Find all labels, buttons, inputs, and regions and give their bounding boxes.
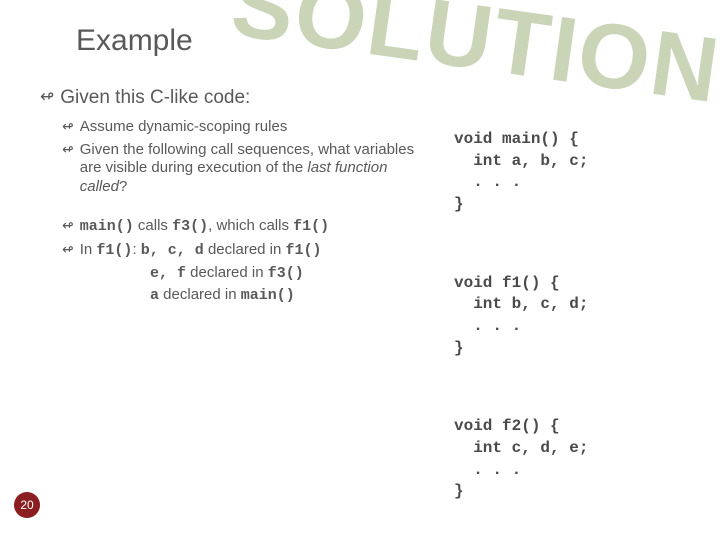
left-column: ↫ Given this C-like code: ↫ Assume dynam… bbox=[40, 86, 430, 540]
page-number-badge: 20 bbox=[14, 492, 40, 518]
code-f1: f1() bbox=[293, 218, 329, 235]
bullet-icon: ↫ bbox=[62, 241, 74, 261]
right-column-code: void main() { int a, b, c; . . . } void … bbox=[454, 86, 692, 540]
t: declared in bbox=[159, 286, 241, 303]
t: calls bbox=[134, 217, 172, 234]
answer-line3: a declared in main() bbox=[150, 286, 430, 306]
bullet-lvl2-call: ↫ main() calls f3(), which calls f1() bbox=[62, 217, 430, 237]
code-f2-block: void f2() { int c, d, e; . . . } bbox=[454, 416, 692, 502]
sub2-text: Given the following call sequences, what… bbox=[80, 141, 430, 197]
t: : bbox=[132, 241, 140, 258]
bullet-icon: ↫ bbox=[62, 141, 74, 197]
sub2-c: ? bbox=[119, 178, 127, 195]
code-f1-block: void f1() { int b, c, d; . . . } bbox=[454, 273, 692, 359]
heading-text: Given this C-like code: bbox=[60, 86, 250, 110]
t: declared in bbox=[186, 264, 268, 281]
code-main: main() bbox=[241, 287, 295, 304]
answer-line2: e, f declared in f3() bbox=[150, 264, 430, 284]
code-vars: a bbox=[150, 287, 159, 304]
t: declared in bbox=[204, 241, 286, 258]
slide: SOLUTIONS Example ↫ Given this C-like co… bbox=[0, 0, 720, 540]
bullet-lvl2: ↫ Assume dynamic-scoping rules bbox=[62, 118, 430, 137]
bullet-icon: ↫ bbox=[62, 217, 74, 237]
bullet-lvl2: ↫ Given the following call sequences, wh… bbox=[62, 141, 430, 197]
code-f3: f3() bbox=[268, 265, 304, 282]
answer-line1: In f1(): b, c, d declared in f1() bbox=[80, 241, 322, 261]
content-columns: ↫ Given this C-like code: ↫ Assume dynam… bbox=[40, 86, 692, 540]
code-main: main() bbox=[80, 218, 134, 235]
page-title: Example bbox=[76, 24, 692, 58]
code-vars: e, f bbox=[150, 265, 186, 282]
code-f3: f3() bbox=[172, 218, 208, 235]
sub1-text: Assume dynamic-scoping rules bbox=[80, 118, 288, 137]
code-vars: b, c, d bbox=[141, 242, 204, 259]
bullet-icon: ↫ bbox=[40, 86, 54, 110]
bullet-lvl1: ↫ Given this C-like code: bbox=[40, 86, 430, 110]
code-f1: f1() bbox=[286, 242, 322, 259]
bullet-icon: ↫ bbox=[62, 118, 74, 137]
call-seq: main() calls f3(), which calls f1() bbox=[80, 217, 329, 237]
bullet-lvl2-answer: ↫ In f1(): b, c, d declared in f1() bbox=[62, 241, 430, 261]
code-main-block: void main() { int a, b, c; . . . } bbox=[454, 129, 692, 215]
t: , which calls bbox=[208, 217, 293, 234]
t: In bbox=[80, 241, 97, 258]
code-f1: f1() bbox=[96, 242, 132, 259]
